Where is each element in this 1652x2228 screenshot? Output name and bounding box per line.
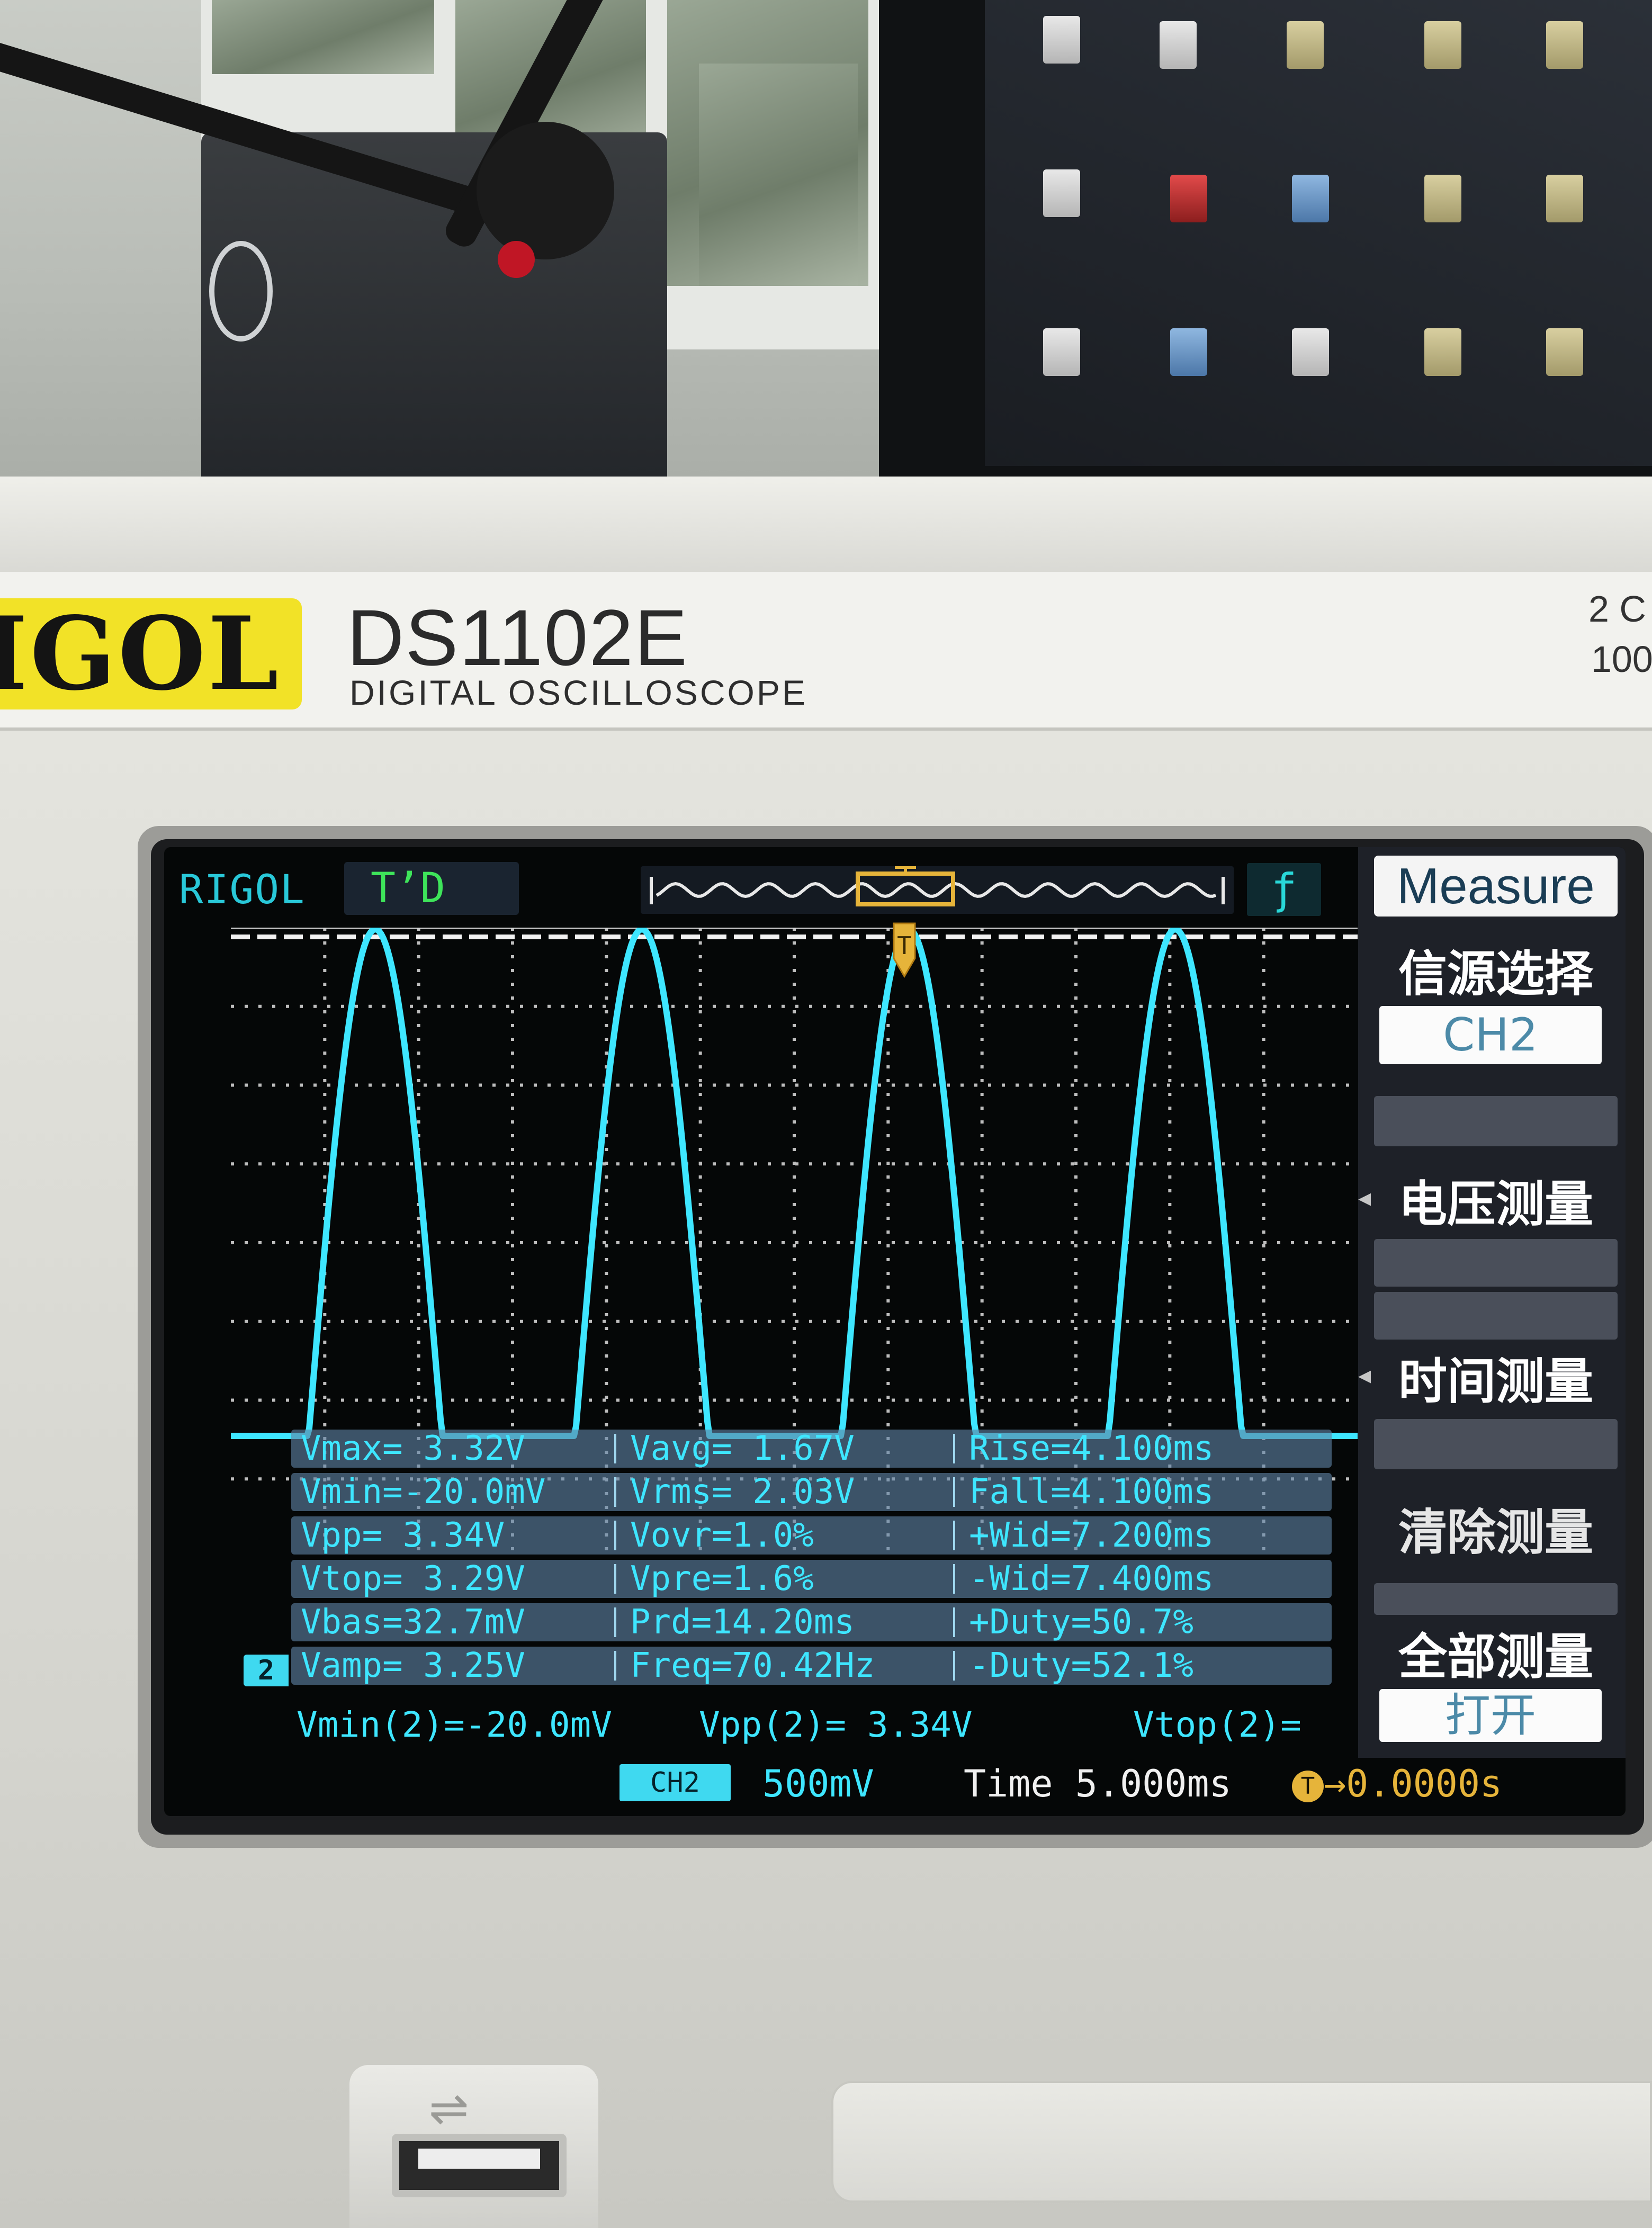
menu-arrow-icon: ◀ — [1358, 1186, 1371, 1210]
desktop-folder-icon — [1546, 175, 1583, 222]
channel-spec: 2 C — [1588, 588, 1646, 630]
measurement-vpp: Vpp= 3.34V — [301, 1516, 505, 1555]
status-bar: CH2 500mV Time 5.000ms T →0.0000s — [164, 1758, 1626, 1809]
screen-brand: RIGOL — [179, 866, 306, 913]
measure-summary-line: Vmin(2)=-20.0mV Vpp(2)= 3.34V Vtop(2)= — [297, 1700, 1355, 1750]
desktop-folder-icon — [1424, 328, 1461, 376]
monitor-logo-icon — [209, 241, 273, 342]
bandwidth-spec: 100 — [1591, 639, 1652, 680]
channel-2-ground-marker: 2 — [244, 1655, 289, 1686]
menu-divider — [1374, 1583, 1618, 1615]
measurement-vavg: Vavg= 1.67V — [630, 1429, 855, 1468]
measurement-vpre: Vpre=1.6% — [630, 1559, 814, 1598]
desktop-folder-icon — [1546, 21, 1583, 69]
desktop-app-icon — [1292, 328, 1329, 376]
menu-item-clear[interactable]: 清除测量 — [1369, 1493, 1623, 1564]
source-value[interactable]: CH2 — [1379, 1006, 1602, 1064]
table-row: Vamp= 3.25V Freq=70.42Hz -Duty=52.1% — [291, 1647, 1332, 1685]
brand-logo: IGOL — [0, 598, 302, 709]
desktop-app-icon — [1292, 175, 1329, 222]
svg-text:T: T — [897, 931, 912, 960]
summary-vpp: Vpp(2)= 3.34V — [699, 1704, 973, 1745]
desktop-file-icon — [1043, 328, 1080, 376]
timebase-readout: Time 5.000ms — [964, 1762, 1232, 1805]
desktop-app-icon — [1170, 175, 1207, 222]
menu-title: Measure — [1374, 856, 1618, 917]
trigger-position-marker-icon: T — [893, 922, 916, 978]
measurement-period: Prd=14.20ms — [630, 1603, 855, 1642]
desktop-file-icon — [1160, 21, 1197, 69]
window-pane — [699, 64, 858, 286]
channel-2-trace — [231, 928, 1358, 1439]
measurement-rise: Rise=4.100ms — [969, 1429, 1214, 1468]
trigger-offset: T →0.0000s — [1292, 1762, 1502, 1805]
menu-divider — [1374, 1096, 1618, 1146]
memory-waveform-icon — [650, 866, 1225, 906]
front-panel-recess — [831, 2081, 1652, 2203]
trigger-edge-icon: ƒ — [1247, 863, 1321, 916]
desktop-folder-icon — [1424, 175, 1461, 222]
desktop-folder-icon — [1546, 328, 1583, 376]
pc-desktop — [985, 0, 1652, 466]
table-row: Vmin=-20.0mV Vrms= 2.03V Fall=4.100ms — [291, 1473, 1332, 1511]
measurement-vbas: Vbas=32.7mV — [301, 1603, 525, 1642]
run-state-indicator: T’D — [344, 862, 519, 915]
desktop-app-icon — [1287, 21, 1324, 69]
measurement-pos-width: +Wid=7.200ms — [969, 1516, 1214, 1555]
oscilloscope-screen: RIGOL T’D ƒ T Vmax= 3.32V Vavg= 1.67V Ri… — [164, 847, 1626, 1816]
lamp-joint — [477, 122, 614, 259]
table-row: Vtop= 3.29V Vpre=1.6% -Wid=7.400ms — [291, 1560, 1332, 1598]
window-pane — [212, 0, 434, 74]
trigger-icon: T — [1292, 1770, 1324, 1802]
measurement-frequency: Freq=70.42Hz — [630, 1646, 875, 1685]
menu-item-display-all[interactable]: 全部测量 — [1369, 1618, 1623, 1688]
measurement-vtop: Vtop= 3.29V — [301, 1559, 525, 1598]
display-all-value[interactable]: 打开 — [1379, 1689, 1602, 1742]
desktop-file-icon — [1043, 16, 1080, 64]
measurement-neg-duty: -Duty=52.1% — [969, 1646, 1193, 1685]
measurement-fall: Fall=4.100ms — [969, 1472, 1214, 1512]
desktop-app-icon — [1170, 328, 1207, 376]
lamp-knob — [498, 241, 535, 278]
desktop-folder-icon — [1424, 21, 1461, 69]
measurement-vrms: Vrms= 2.03V — [630, 1472, 855, 1512]
menu-item-voltage[interactable]: 电压测量 — [1369, 1165, 1623, 1235]
menu-divider — [1374, 1239, 1618, 1287]
measure-menu: Measure 信源选择 CH2 ◀ 电压测量 ◀ 时间测量 清除测量 全部测量… — [1358, 847, 1626, 1758]
table-row: Vmax= 3.32V Vavg= 1.67V Rise=4.100ms — [291, 1430, 1332, 1468]
table-row: Vpp= 3.34V Vovr=1.0% +Wid=7.200ms — [291, 1516, 1332, 1555]
measurement-pos-duty: +Duty=50.7% — [969, 1603, 1193, 1642]
memory-depth-bar — [641, 866, 1234, 914]
measurement-table: Vmax= 3.32V Vavg= 1.67V Rise=4.100ms Vmi… — [291, 1430, 1332, 1694]
desktop-file-icon — [1043, 169, 1080, 217]
menu-item-time[interactable]: 时间测量 — [1369, 1342, 1623, 1413]
menu-arrow-icon: ◀ — [1358, 1363, 1371, 1388]
usb-port-contact — [418, 2149, 540, 2169]
brand-logo-text: IGOL — [0, 595, 281, 713]
menu-item-source[interactable]: 信源选择 — [1369, 935, 1623, 1005]
summary-vmin: Vmin(2)=-20.0mV — [297, 1704, 613, 1745]
scope-top-panel — [0, 477, 1652, 582]
summary-vtop: Vtop(2)= — [1133, 1704, 1301, 1745]
trigger-offset-value: 0.0000s — [1346, 1762, 1503, 1805]
table-row: Vbas=32.7mV Prd=14.20ms +Duty=50.7% — [291, 1603, 1332, 1641]
measurement-vmax: Vmax= 3.32V — [301, 1429, 525, 1468]
model-name: DS1102E — [347, 593, 688, 682]
channel-badge[interactable]: CH2 — [620, 1764, 731, 1801]
menu-divider — [1374, 1292, 1618, 1340]
model-subtitle: DIGITAL OSCILLOSCOPE — [349, 673, 807, 712]
menu-divider — [1374, 1419, 1618, 1469]
usb-icon: ⇌ — [429, 2081, 469, 2136]
measurement-vovr: Vovr=1.0% — [630, 1516, 814, 1555]
measurement-vmin: Vmin=-20.0mV — [301, 1472, 546, 1512]
volts-per-div: 500mV — [762, 1762, 874, 1805]
measurement-neg-width: -Wid=7.400ms — [969, 1559, 1214, 1598]
measurement-vamp: Vamp= 3.25V — [301, 1646, 525, 1685]
